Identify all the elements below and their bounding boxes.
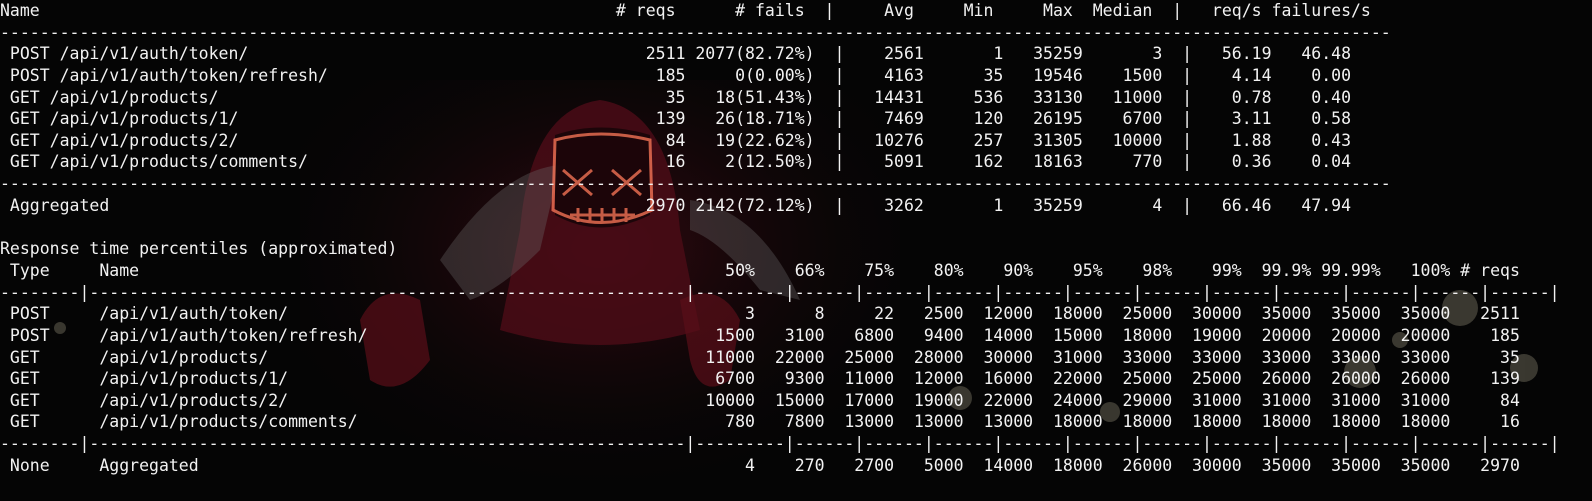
stats-row: GET /api/v1/products/1/ 139 26(18.71%) |… xyxy=(0,109,1352,128)
stats-row: POST /api/v1/auth/token/ 2511 2077(82.72… xyxy=(0,44,1352,63)
percentiles-separator-bottom: --------|-------------------------------… xyxy=(0,434,1560,453)
percentiles-title: Response time percentiles (approximated) xyxy=(0,239,398,258)
percentiles-row: GET /api/v1/products/ 11000 22000 25000 … xyxy=(0,348,1520,367)
percentiles-row: GET /api/v1/products/2/ 10000 15000 1700… xyxy=(0,391,1520,410)
percentiles-row: POST /api/v1/auth/token/refresh/ 1500 31… xyxy=(0,326,1520,345)
stats-row: POST /api/v1/auth/token/refresh/ 185 0(0… xyxy=(0,66,1352,85)
percentiles-separator-top: --------|-------------------------------… xyxy=(0,283,1560,302)
percentiles-aggregated-row: None Aggregated 4 270 2700 5000 14000 18… xyxy=(0,456,1520,475)
percentiles-header: Type Name 50% 66% 75% 80% 90% 95% 98% 99… xyxy=(0,261,1520,280)
stats-header: Name # reqs # fails | Avg Min Max Median… xyxy=(0,1,1371,20)
percentiles-row: POST /api/v1/auth/token/ 3 8 22 2500 120… xyxy=(0,304,1520,323)
stats-separator-bottom: ----------------------------------------… xyxy=(0,174,1391,193)
stats-aggregated-row: Aggregated 2970 2142(72.12%) | 3262 1 35… xyxy=(0,196,1352,215)
percentiles-row: GET /api/v1/products/1/ 6700 9300 11000 … xyxy=(0,369,1520,388)
stats-row: GET /api/v1/products/ 35 18(51.43%) | 14… xyxy=(0,88,1352,107)
terminal-output: Name # reqs # fails | Avg Min Max Median… xyxy=(0,0,1592,501)
stats-separator-top: ----------------------------------------… xyxy=(0,23,1391,42)
percentiles-row: GET /api/v1/products/comments/ 780 7800 … xyxy=(0,412,1520,431)
stats-row: GET /api/v1/products/2/ 84 19(22.62%) | … xyxy=(0,131,1352,150)
stats-row: GET /api/v1/products/comments/ 16 2(12.5… xyxy=(0,152,1352,171)
